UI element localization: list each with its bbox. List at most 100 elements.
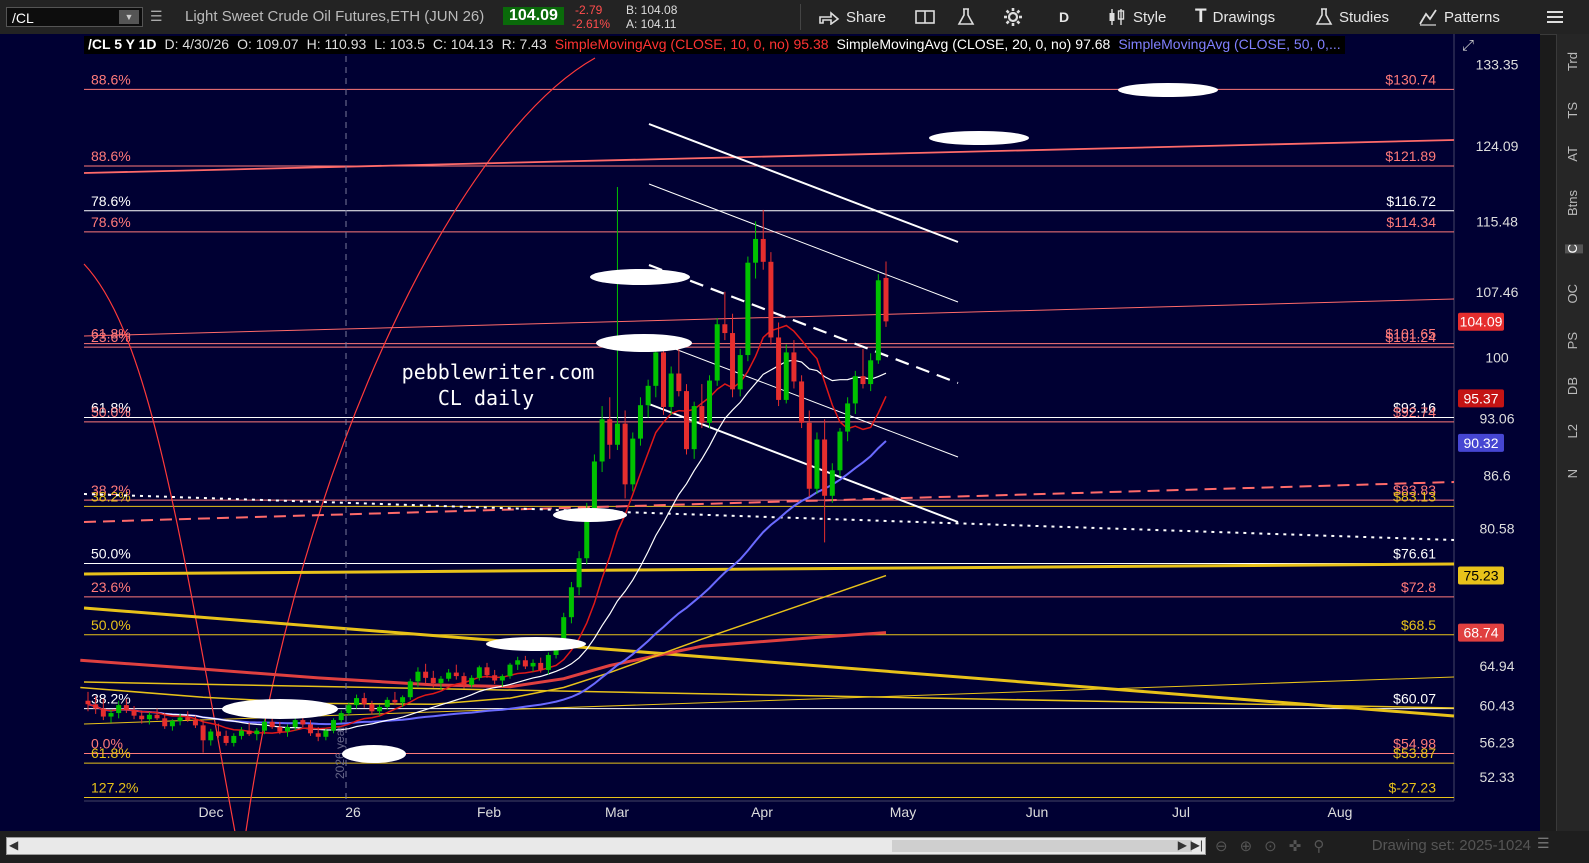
y-axis-tick: 115.48	[1476, 214, 1518, 230]
header-open: O: 109.07	[237, 36, 299, 52]
candle-body	[753, 238, 759, 263]
price-chart[interactable]: 88.6% $130.74 88.6% $121.89 78.6% $116.72 78.6…	[0, 34, 1540, 833]
candle-body	[515, 660, 521, 665]
share-button[interactable]: Share	[818, 5, 886, 29]
candle-body	[361, 698, 367, 705]
right-rail: Trd TS AT Btns C OC PS DB L2 N	[1556, 34, 1589, 831]
candle-body	[139, 715, 145, 720]
collapse-icon[interactable]: ⤢	[1462, 37, 1474, 54]
candle-body	[875, 280, 881, 361]
sma20-label[interactable]: SimpleMovingAvg (CLOSE, 20, 0, no)	[837, 36, 1072, 54]
share-icon	[819, 11, 840, 25]
sliders-icon[interactable]: ☰	[150, 8, 163, 25]
candle-body	[116, 705, 122, 714]
drawings-button[interactable]: T Drawings	[1195, 5, 1275, 29]
marker-ellipse	[222, 699, 338, 719]
aggregation-button[interactable]: D	[1059, 5, 1069, 29]
x-axis-tick: Aug	[1328, 804, 1353, 820]
scroll-end-icon[interactable]: ▶|	[1191, 838, 1203, 852]
price-tag-label: 104.09	[1460, 314, 1503, 330]
candle-body	[315, 733, 321, 737]
scroll-right-icon[interactable]: ▶	[1178, 838, 1187, 852]
candle-body	[507, 664, 513, 677]
candle-body	[377, 706, 383, 712]
candle-body	[476, 667, 482, 678]
rail-item-n[interactable]: N	[1565, 469, 1583, 478]
x-axis-tick: May	[890, 804, 916, 820]
rail-item-db[interactable]: DB	[1565, 377, 1583, 395]
scroll-left-icon[interactable]: ◀	[9, 838, 18, 852]
zoom-fit-icon[interactable]: ⊙	[1264, 837, 1277, 855]
style-label: Style	[1133, 8, 1167, 26]
rail-item-ps[interactable]: PS	[1565, 332, 1583, 349]
zoom-out-icon[interactable]: ⊖	[1215, 837, 1228, 855]
candle-body	[737, 355, 743, 390]
scrollbar-thumb[interactable]	[892, 840, 1192, 852]
chart-lock-icon[interactable]: ☰	[1537, 835, 1551, 853]
chart-subtitle: CL daily	[438, 386, 534, 410]
candle-body	[776, 337, 782, 400]
candle-body	[369, 704, 375, 712]
y-axis-tick: 93.06	[1479, 411, 1514, 427]
candle-body	[200, 725, 206, 741]
studies-button[interactable]: Studies	[1315, 5, 1389, 29]
rail-item-l2[interactable]: L2	[1565, 424, 1583, 438]
patterns-button[interactable]: Patterns	[1418, 5, 1500, 29]
header-high: H: 110.93	[306, 36, 367, 52]
candle-body	[645, 385, 651, 406]
symbol-dropdown-icon[interactable]: ▼	[119, 10, 139, 24]
crosshair-icon[interactable]: ✜	[1289, 837, 1302, 855]
candle-body	[331, 720, 337, 731]
candle-body	[660, 352, 666, 407]
x-axis-tick: 26	[345, 804, 361, 820]
candle-body	[607, 419, 613, 445]
fib-level-value: $53.87	[1393, 745, 1436, 761]
style-button[interactable]: Style	[1107, 5, 1166, 29]
grid-layout-button[interactable]	[915, 5, 935, 29]
y-axis-tick: 133.35	[1476, 56, 1519, 72]
zoom-in-icon[interactable]: ⊕	[1240, 837, 1253, 855]
rail-item-at[interactable]: AT	[1565, 146, 1583, 162]
candle-body	[384, 699, 390, 707]
settings-button[interactable]	[1003, 5, 1023, 29]
fib-level-value: $60.07	[1393, 691, 1436, 707]
candle-body	[668, 373, 674, 407]
candle-body	[538, 662, 544, 670]
zoom-controls: ⊖ ⊕ ⊙ ✜ ⚲	[1215, 837, 1324, 855]
rail-item-btns[interactable]: Btns	[1565, 190, 1583, 216]
y-axis-tick: 124.09	[1476, 138, 1519, 154]
fib-level-value: $114.34	[1386, 214, 1436, 230]
rail-item-trd[interactable]: Trd	[1565, 52, 1583, 71]
symbol-input[interactable]: /CL ▼	[6, 7, 143, 27]
instrument-description: Light Sweet Crude Oil Futures,ETH (JUN 2…	[185, 8, 485, 25]
menu-button[interactable]	[1546, 5, 1564, 29]
candle-body	[208, 731, 214, 741]
fib-level-percent: 50.0%	[91, 617, 131, 633]
rail-item-c[interactable]: C	[1565, 244, 1583, 254]
sma10-label[interactable]: SimpleMovingAvg (CLOSE, 10, 0, no)	[555, 36, 790, 54]
candle-body	[860, 376, 866, 385]
text-t-icon: T	[1195, 6, 1207, 27]
candle-body	[85, 700, 91, 705]
y-axis-tick: 64.94	[1479, 658, 1514, 674]
rail-item-ts[interactable]: TS	[1565, 102, 1583, 119]
candle-body	[691, 406, 697, 450]
candle-body	[215, 731, 221, 736]
sma10-value: 95.38	[793, 36, 829, 52]
candle-body	[492, 675, 498, 681]
candle-body	[699, 406, 705, 423]
box-zoom-icon[interactable]: ⚲	[1313, 837, 1324, 855]
flask-button[interactable]	[957, 5, 975, 29]
y-axis-tick: 52.33	[1479, 769, 1514, 785]
rail-item-oc[interactable]: OC	[1565, 284, 1583, 304]
horizontal-scrollbar[interactable]: ◀ ▶ ▶|	[6, 837, 1206, 855]
candle-body	[714, 324, 720, 381]
header-low: L: 103.5	[374, 36, 425, 52]
candle-body	[568, 587, 574, 618]
x-axis-tick: Jun	[1026, 804, 1049, 820]
fib-level-value: $116.72	[1386, 193, 1436, 209]
candle-body	[231, 735, 237, 743]
sma50-label[interactable]: SimpleMovingAvg (CLOSE, 50, 0,...	[1118, 36, 1340, 54]
chart-area[interactable]: 88.6% $130.74 88.6% $121.89 78.6% $116.72 78.6…	[0, 34, 1540, 833]
candle-body	[146, 714, 152, 720]
